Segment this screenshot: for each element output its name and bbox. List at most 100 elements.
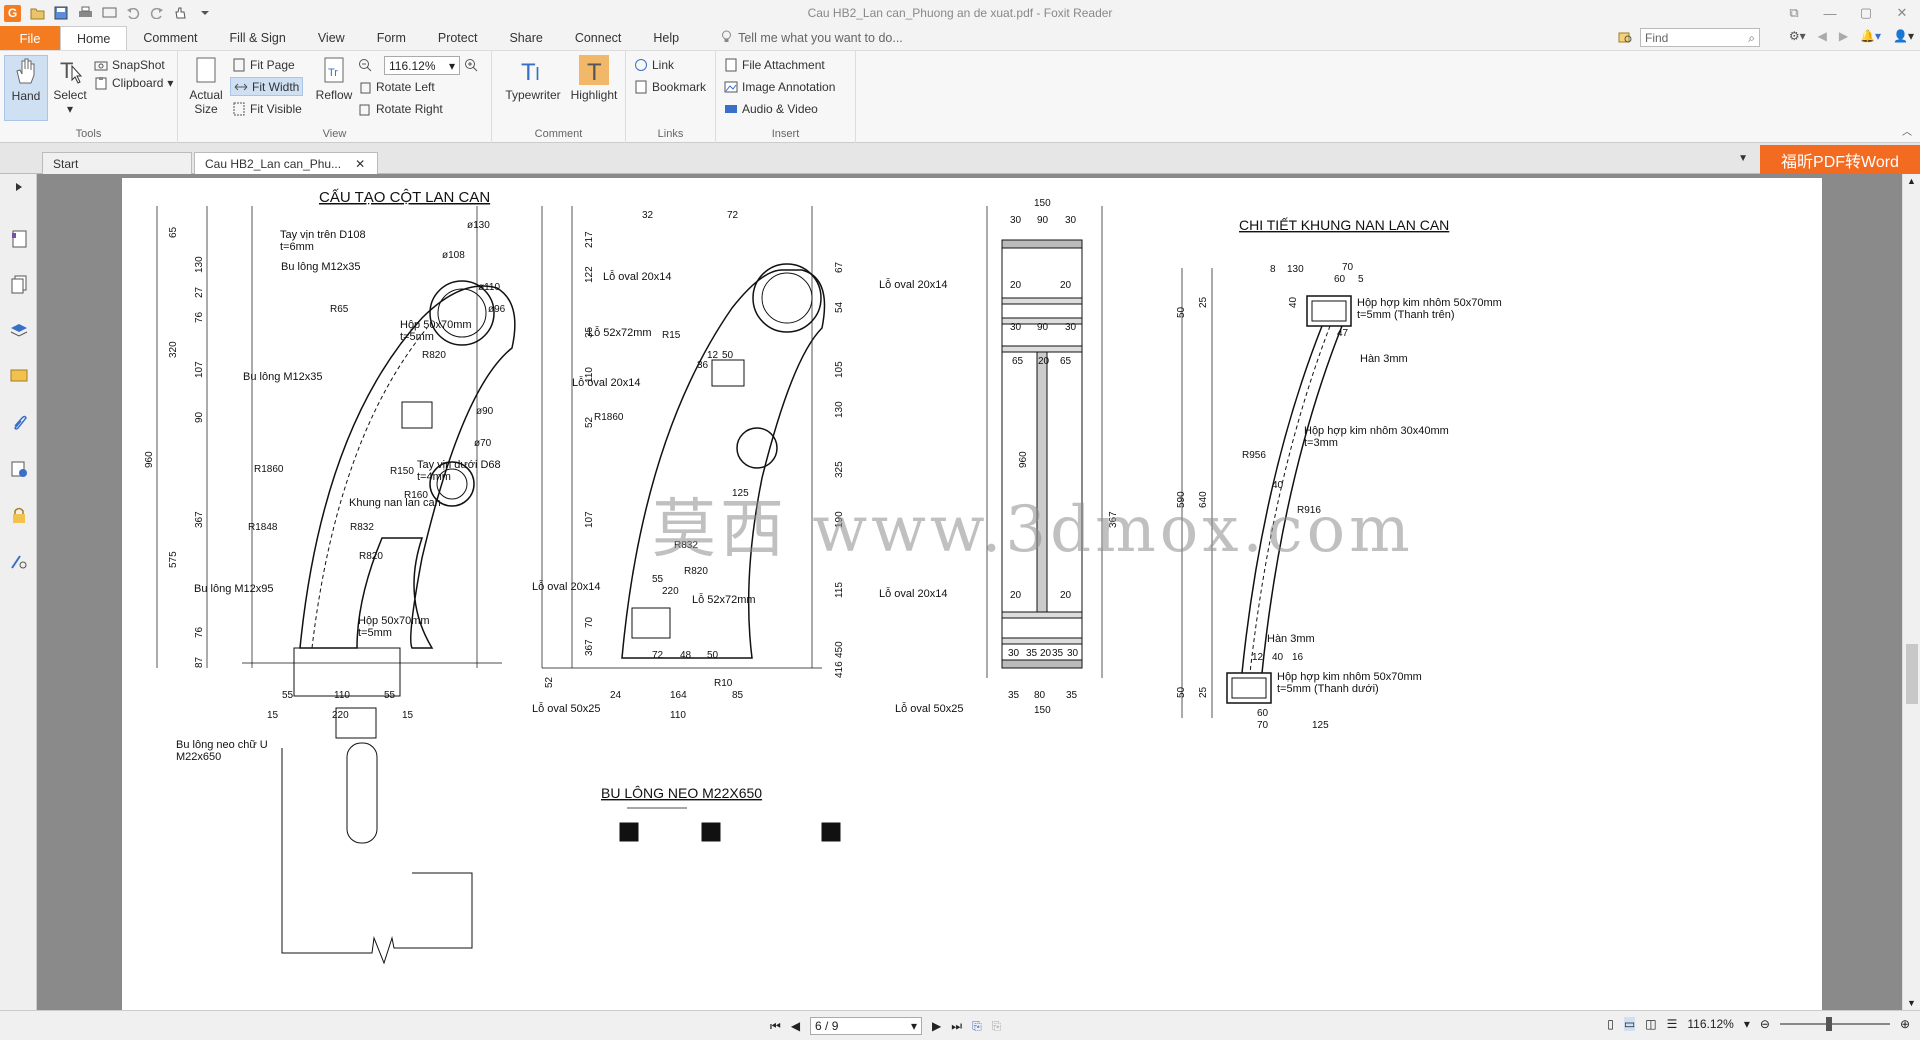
expand-panel-icon[interactable] (8, 176, 30, 198)
zoom-in-status-icon[interactable]: ⊕ (1900, 1017, 1910, 1031)
minimize-icon[interactable]: — (1812, 0, 1848, 26)
svg-text:Hộp hợp kim nhôm 30x40mm: Hộp hợp kim nhôm 30x40mm (1304, 425, 1449, 437)
menu-form[interactable]: Form (361, 26, 422, 50)
tab-list-dropdown-icon[interactable]: ▼ (1738, 153, 1748, 164)
previous-view-icon[interactable]: ⎘ (972, 1019, 982, 1034)
zoom-in-button[interactable] (464, 55, 478, 74)
svg-text:Lỗ oval 20x14: Lỗ oval 20x14 (572, 376, 641, 389)
settings-icon[interactable]: ⚙▾ (1789, 29, 1806, 43)
tab-start[interactable]: Start (42, 152, 192, 174)
scroll-thumb[interactable] (1906, 644, 1918, 704)
rotate-right-button[interactable]: Rotate Right (358, 99, 443, 118)
restore-icon[interactable]: ⧉ (1776, 0, 1812, 26)
zoom-slider[interactable] (1779, 1017, 1890, 1031)
bookmark-button[interactable]: Bookmark (634, 77, 706, 96)
menu-view[interactable]: View (302, 26, 361, 50)
promo-button[interactable]: 福昕PDF转Word (1760, 145, 1920, 174)
dimension-label: 70 (1257, 720, 1269, 731)
scroll-down-icon[interactable]: ▼ (1907, 998, 1916, 1008)
forward-arrow-icon[interactable]: ▶ (1839, 29, 1848, 43)
facing-view-icon[interactable]: ◫ (1645, 1017, 1656, 1031)
link-icon (634, 58, 648, 72)
audio-video-button[interactable]: Audio & Video (724, 99, 818, 118)
menu-file[interactable]: File (0, 26, 60, 50)
page-number-input[interactable]: 6 / 9 ▾ (810, 1017, 923, 1035)
menu-home[interactable]: Home (60, 26, 128, 50)
search-icon[interactable]: ⌕ (1748, 31, 1755, 45)
open-icon[interactable] (29, 5, 45, 21)
undo-icon[interactable] (125, 5, 141, 21)
comments-panel-icon[interactable] (8, 366, 30, 388)
select-button[interactable]: T Select ▾ (48, 55, 92, 121)
zoom-slider-knob[interactable] (1825, 1017, 1832, 1031)
back-arrow-icon[interactable]: ◀ (1818, 29, 1827, 43)
screen-icon[interactable] (101, 5, 117, 21)
bell-icon[interactable]: 🔔▾ (1860, 29, 1881, 43)
single-page-view-icon[interactable]: ▯ (1607, 1017, 1614, 1031)
file-attachment-button[interactable]: File Attachment (724, 55, 825, 74)
security-panel-icon[interactable] (8, 504, 30, 526)
hand-button[interactable]: Hand (4, 55, 48, 121)
previous-page-icon[interactable]: ◀ (791, 1019, 800, 1033)
menu-comment[interactable]: Comment (127, 26, 213, 50)
fit-page-button[interactable]: Fit Page (232, 55, 295, 74)
signature-panel-icon[interactable] (8, 458, 30, 480)
last-page-icon[interactable]: ⏭ (951, 1019, 962, 1034)
reflow-button[interactable]: Tr Reflow (312, 55, 356, 121)
tab-document[interactable]: Cau HB2_Lan can_Phu... ✕ (194, 152, 378, 174)
dimension-label: 30 (1010, 215, 1022, 226)
menu-share[interactable]: Share (493, 26, 558, 50)
content-panel-icon[interactable] (8, 550, 30, 572)
fit-width-button[interactable]: Fit Width (230, 77, 304, 96)
menu-help[interactable]: Help (637, 26, 695, 50)
pages-panel-icon[interactable] (8, 274, 30, 296)
highlight-button[interactable]: T Highlight (566, 55, 622, 121)
collapse-ribbon-icon[interactable]: ︿ (1902, 123, 1912, 138)
image-annotation-button[interactable]: Image Annotation (724, 77, 835, 96)
rotate-left-button[interactable]: Rotate Left (358, 77, 435, 96)
snapshot-button[interactable]: SnapShot (94, 55, 165, 74)
zoom-out-status-icon[interactable]: ⊖ (1760, 1017, 1770, 1031)
dimension-label: 50 (1176, 306, 1187, 318)
tell-me-search[interactable]: Tell me what you want to do... (695, 26, 903, 50)
typewriter-button[interactable]: TI Typewriter (502, 55, 564, 121)
dimension-label: 60 (1257, 708, 1269, 719)
svg-text:CẤU TẠO CỘT LAN CAN: CẤU TẠO CỘT LAN CAN (319, 189, 490, 206)
scroll-up-icon[interactable]: ▲ (1907, 176, 1916, 186)
find-input[interactable]: Find ⌕ (1640, 28, 1760, 47)
redo-icon[interactable] (149, 5, 165, 21)
close-icon[interactable]: ✕ (1884, 0, 1920, 26)
print-icon[interactable] (77, 5, 93, 21)
zoom-level[interactable]: 116.12% (1687, 1017, 1733, 1031)
bookmarks-panel-icon[interactable] (8, 228, 30, 250)
user-icon[interactable]: 👤▾ (1893, 29, 1914, 43)
attachments-panel-icon[interactable] (8, 412, 30, 434)
vertical-scrollbar[interactable]: ▲ ▼ (1902, 174, 1920, 1010)
zoom-dropdown-icon[interactable]: ▾ (1744, 1017, 1750, 1031)
menu-fill-sign[interactable]: Fill & Sign (214, 26, 302, 50)
actual-size-button[interactable]: Actual Size (184, 55, 228, 121)
group-label-links: Links (657, 128, 684, 140)
maximize-icon[interactable]: ▢ (1848, 0, 1884, 26)
zoom-select[interactable]: 116.12% ▾ (384, 56, 460, 75)
hand-tool-icon[interactable] (173, 5, 189, 21)
document-view[interactable]: CẤU TẠO CỘT LAN CAN CHI TIẾT KHUNG NAN L… (50, 174, 1902, 1010)
close-tab-icon[interactable]: ✕ (355, 157, 365, 171)
layers-panel-icon[interactable] (8, 320, 30, 342)
find-mode-icon[interactable] (1618, 30, 1634, 49)
menu-connect[interactable]: Connect (559, 26, 638, 50)
customize-dropdown-icon[interactable] (197, 5, 213, 21)
save-icon[interactable] (53, 5, 69, 21)
panel-splitter[interactable] (37, 174, 50, 1010)
continuous-view-icon[interactable]: ▭ (1623, 1017, 1636, 1031)
link-button[interactable]: Link (634, 55, 674, 74)
dimension-label: 48 (680, 650, 692, 661)
menu-protect[interactable]: Protect (422, 26, 494, 50)
next-page-icon[interactable]: ▶ (932, 1019, 941, 1033)
first-page-icon[interactable]: ⏮ (770, 1019, 781, 1034)
zoom-out-button[interactable] (358, 55, 372, 74)
continuous-facing-view-icon[interactable]: ☰ (1667, 1017, 1678, 1031)
clipboard-button[interactable]: Clipboard ▾ (94, 73, 173, 92)
next-view-icon[interactable]: ⎘ (992, 1019, 1002, 1034)
fit-visible-button[interactable]: Fit Visible (232, 99, 302, 118)
